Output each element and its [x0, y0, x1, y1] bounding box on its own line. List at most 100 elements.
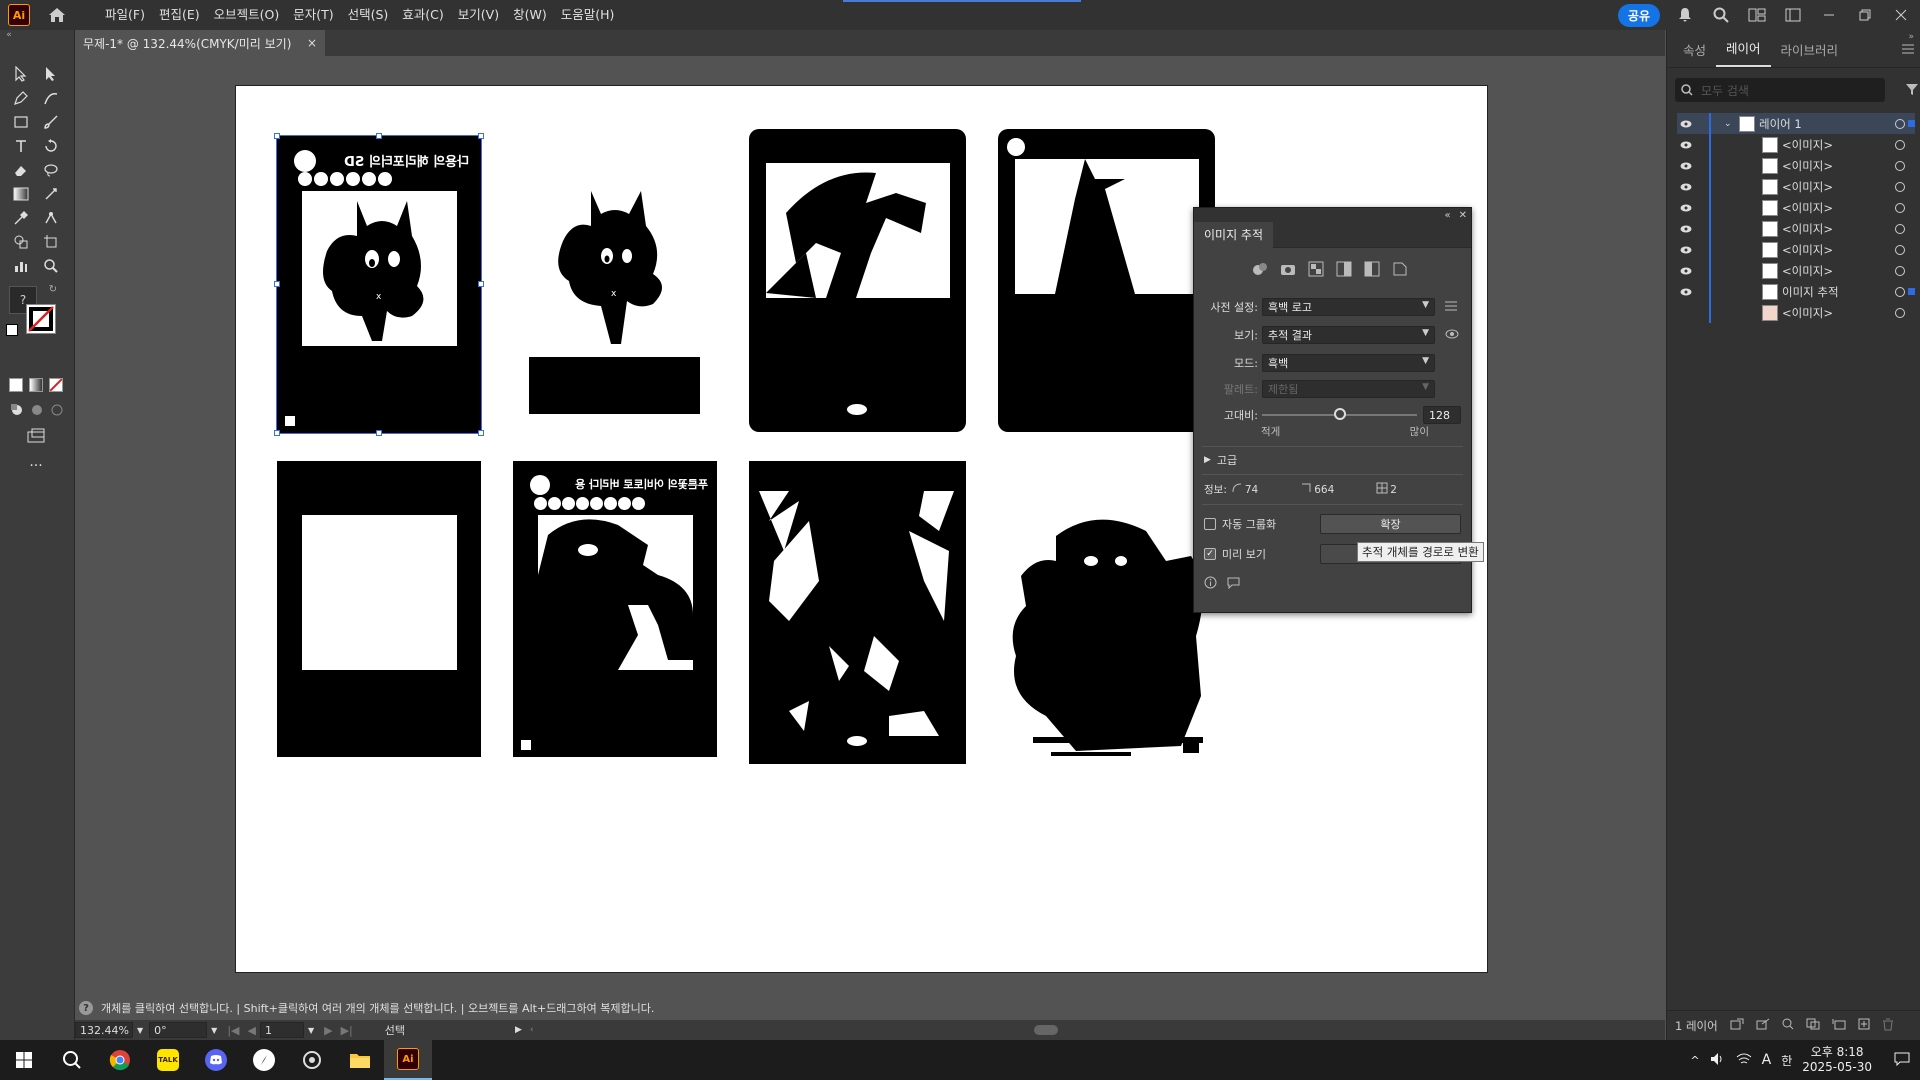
- restore-icon[interactable]: [1854, 4, 1876, 26]
- artboard-tool-icon[interactable]: [39, 230, 63, 254]
- advanced-toggle[interactable]: ▶ 고급: [1204, 452, 1461, 468]
- default-colors-icon[interactable]: [6, 324, 18, 336]
- swap-colors-icon[interactable]: ↻: [46, 282, 60, 296]
- ime-mode[interactable]: A: [1762, 1052, 1772, 1068]
- chevron-down-icon[interactable]: ▼: [137, 1026, 143, 1035]
- illustrator-taskbar-icon[interactable]: Ai: [384, 1040, 432, 1080]
- menu-view[interactable]: 보기(V): [451, 0, 506, 30]
- layer-row[interactable]: <이미지>: [1677, 176, 1915, 197]
- close-panel-icon[interactable]: ✕: [1459, 210, 1467, 221]
- menu-type[interactable]: 문자(T): [286, 0, 340, 30]
- chevron-down-icon[interactable]: ⌄: [1724, 119, 1732, 129]
- artwork-card-7[interactable]: [749, 461, 966, 764]
- high-color-icon[interactable]: [1280, 261, 1296, 280]
- visibility-eye-icon[interactable]: [1677, 267, 1695, 275]
- target-circle-icon[interactable]: [1895, 118, 1905, 129]
- type-tool-icon[interactable]: [9, 134, 33, 158]
- search-icon[interactable]: [1710, 4, 1732, 26]
- layer-row[interactable]: <이미지>: [1677, 260, 1915, 281]
- layer-row[interactable]: <이미지>: [1677, 302, 1915, 323]
- mode-select[interactable]: 흑백 ▼: [1262, 354, 1435, 372]
- menu-effect[interactable]: 효과(C): [395, 0, 450, 30]
- chevron-down-icon[interactable]: ▼: [211, 1026, 217, 1035]
- visibility-eye-icon[interactable]: [1677, 183, 1695, 191]
- kakaotalk-icon[interactable]: TALK: [144, 1040, 192, 1080]
- preset-menu-icon[interactable]: [1445, 301, 1457, 314]
- visibility-eye-icon[interactable]: [1677, 120, 1695, 128]
- pen-tool-icon[interactable]: [9, 86, 33, 110]
- curvature-tool-icon[interactable]: [39, 86, 63, 110]
- layer-row[interactable]: <이미지>: [1677, 134, 1915, 155]
- app-headset-icon[interactable]: [288, 1040, 336, 1080]
- stroke-color-swatch[interactable]: [26, 304, 56, 334]
- tab-libraries[interactable]: 라이브러리: [1771, 40, 1849, 67]
- arrange-documents-icon[interactable]: [1746, 4, 1768, 26]
- paintbrush-tool-icon[interactable]: [39, 110, 63, 134]
- export-icon[interactable]: [1756, 1018, 1770, 1033]
- artwork-plate[interactable]: [529, 357, 700, 414]
- draw-normal-icon[interactable]: [9, 402, 25, 418]
- artwork-card-5[interactable]: [277, 461, 481, 757]
- target-circle-icon[interactable]: [1895, 307, 1905, 318]
- low-color-icon[interactable]: [1308, 261, 1324, 280]
- panel-menu-icon[interactable]: [1902, 43, 1914, 57]
- graph-tool-icon[interactable]: [9, 254, 33, 278]
- workspace-icon[interactable]: [1782, 4, 1804, 26]
- eyedropper-tool-icon[interactable]: [9, 206, 33, 230]
- search-icon[interactable]: [48, 1040, 96, 1080]
- artwork-card-4[interactable]: [998, 129, 1215, 432]
- chevron-down-icon[interactable]: ▼: [308, 1026, 314, 1035]
- threshold-input[interactable]: 128: [1423, 406, 1461, 424]
- target-circle-icon[interactable]: [1895, 181, 1905, 192]
- layer-row[interactable]: <이미지>: [1677, 218, 1915, 239]
- menu-object[interactable]: 오브젝트(O): [207, 0, 287, 30]
- app-compass-icon[interactable]: [240, 1040, 288, 1080]
- grayscale-icon[interactable]: [1336, 261, 1352, 280]
- clock[interactable]: 오후 8:18 2025-05-30: [1802, 1045, 1872, 1075]
- target-circle-icon[interactable]: [1895, 202, 1905, 213]
- ime-language[interactable]: 한: [1781, 1052, 1792, 1069]
- bell-icon[interactable]: [1674, 4, 1696, 26]
- target-circle-icon[interactable]: [1895, 223, 1905, 234]
- collapse-icon[interactable]: «: [2, 30, 16, 40]
- selection-tool-icon[interactable]: [9, 62, 33, 86]
- mesh-tool-icon[interactable]: [39, 182, 63, 206]
- chrome-icon[interactable]: [96, 1040, 144, 1080]
- black-white-icon[interactable]: [1364, 261, 1380, 280]
- file-explorer-icon[interactable]: [336, 1040, 384, 1080]
- tab-layers[interactable]: 레이어: [1716, 38, 1771, 67]
- puppet-warp-tool-icon[interactable]: [39, 206, 63, 230]
- preview-checkbox[interactable]: ✓: [1204, 548, 1216, 560]
- layer-row[interactable]: <이미지>: [1677, 155, 1915, 176]
- tab-properties[interactable]: 속성: [1673, 40, 1716, 67]
- new-sublayer-icon[interactable]: [1832, 1018, 1846, 1033]
- layer-row-top[interactable]: ⌄ 레이어 1: [1677, 113, 1915, 134]
- scroll-left-icon[interactable]: ‹: [530, 1025, 534, 1035]
- discord-icon[interactable]: [192, 1040, 240, 1080]
- gradient-mode-icon[interactable]: [29, 378, 43, 392]
- last-artboard-icon[interactable]: ▶|: [341, 1024, 353, 1037]
- network-icon[interactable]: [1736, 1052, 1752, 1069]
- artwork-character-8[interactable]: [1006, 516, 1206, 766]
- artwork-cat-2[interactable]: x: [549, 186, 679, 346]
- layer-row[interactable]: 이미지 추적: [1677, 281, 1915, 302]
- zoom-field[interactable]: 132.44%: [75, 1022, 133, 1038]
- clipping-mask-icon[interactable]: [1806, 1018, 1820, 1033]
- visibility-eye-icon[interactable]: [1677, 141, 1695, 149]
- rotate-field[interactable]: 0°: [149, 1022, 208, 1038]
- direct-selection-tool-icon[interactable]: [39, 62, 63, 86]
- share-button[interactable]: 공유: [1617, 3, 1660, 27]
- panel-collapse-icon[interactable]: »: [1908, 32, 1914, 42]
- preset-select[interactable]: 흑백 로고 ▼: [1262, 298, 1435, 316]
- color-mode-icon[interactable]: [9, 378, 23, 392]
- collapse-panel-icon[interactable]: «: [1444, 210, 1450, 221]
- view-source-eye-icon[interactable]: [1445, 329, 1459, 342]
- visibility-eye-icon[interactable]: [1677, 225, 1695, 233]
- menu-select[interactable]: 선택(S): [341, 0, 396, 30]
- visibility-eye-icon[interactable]: [1677, 246, 1695, 254]
- screen-mode-icon[interactable]: [24, 424, 48, 448]
- windows-start-icon[interactable]: [0, 1040, 48, 1080]
- shape-builder-tool-icon[interactable]: [9, 230, 33, 254]
- threshold-slider-thumb[interactable]: [1333, 408, 1346, 420]
- layer-row[interactable]: <이미지>: [1677, 197, 1915, 218]
